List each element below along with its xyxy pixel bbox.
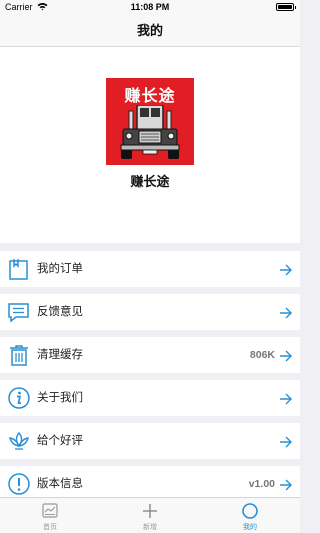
status-bar: Carrier 11:08 PM	[0, 0, 300, 14]
info-icon	[7, 386, 31, 410]
menu-item-rate-us[interactable]: 给个好评	[0, 423, 300, 459]
menu-item-orders[interactable]: 我的订单	[0, 251, 300, 287]
battery-icon	[276, 3, 296, 11]
logo-text: 赚长途	[124, 88, 176, 105]
tab-mine[interactable]: 我的	[200, 498, 300, 533]
menu-item-label: 关于我们	[37, 392, 83, 404]
menu-item-label: 反馈意见	[37, 306, 83, 318]
cache-size-value: 806K	[249, 349, 275, 361]
status-time: 11:08 PM	[130, 2, 170, 12]
menu-item-label: 清理缓存	[37, 349, 83, 361]
truck-icon	[120, 105, 180, 159]
app-logo: 赚长途	[106, 78, 194, 165]
arrow-right-icon	[279, 263, 293, 276]
menu-item-label: 我的订单	[37, 263, 83, 275]
plus-icon	[141, 502, 159, 520]
menu-item-clear-cache[interactable]: 清理缓存 806K	[0, 337, 300, 373]
tab-bar: 首页 新增 我的	[0, 497, 300, 533]
profile-header: 赚长途 赚长途	[0, 47, 300, 243]
menu-item-feedback[interactable]: 反馈意见	[0, 294, 300, 330]
arrow-right-icon	[279, 349, 293, 362]
tab-label: 我的	[243, 524, 257, 531]
clipboard-icon	[7, 257, 31, 281]
arrow-right-icon	[279, 392, 293, 405]
arrow-right-icon	[279, 478, 293, 491]
exclamation-icon	[7, 472, 31, 496]
trash-icon	[7, 343, 31, 367]
app-name: 赚长途	[130, 174, 170, 189]
arrow-right-icon	[279, 435, 293, 448]
tab-label: 新增	[143, 524, 157, 531]
menu-item-about[interactable]: 关于我们	[0, 380, 300, 416]
arrow-right-icon	[279, 306, 293, 319]
nav-bar: 我的	[0, 14, 300, 47]
tab-home[interactable]: 首页	[0, 498, 100, 533]
tab-label: 首页	[43, 524, 57, 531]
home-icon	[41, 502, 59, 520]
menu-item-label: 给个好评	[37, 435, 83, 447]
page-title: 我的	[136, 23, 163, 38]
tab-add[interactable]: 新增	[100, 498, 200, 533]
message-icon	[7, 300, 31, 324]
circle-icon	[241, 502, 259, 520]
lotus-icon	[7, 429, 31, 453]
